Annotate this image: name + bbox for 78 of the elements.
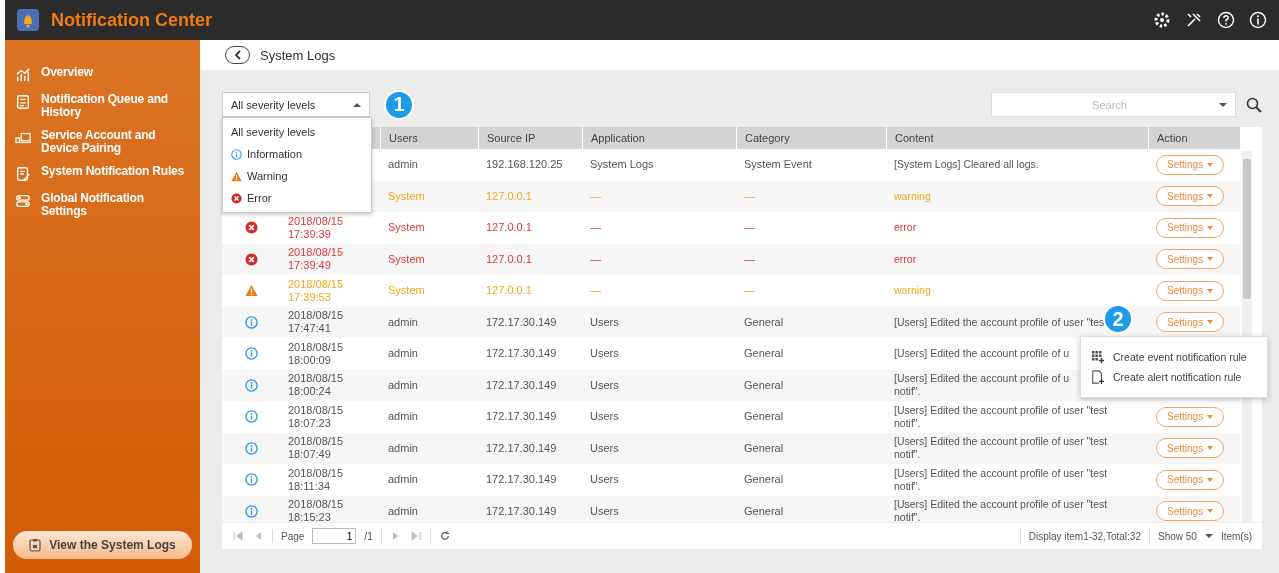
date-cell: 2018/08/15 18:11:34 [288,466,344,492]
date-cell: 2018/08/15 18:15:23 [288,498,344,522]
ip-cell: 172.17.30.149 [486,441,557,454]
content-cell: [Users] Edited the account profile of user "test notif". [894,435,1108,461]
date-cell: 2018/08/15 18:00:09 [288,340,344,366]
user-cell: System [388,221,425,234]
application-cell: — [590,221,601,234]
category-cell: General [744,473,784,486]
user-cell: admin [388,504,418,517]
application-cell: Users [590,315,619,328]
user-cell: admin [388,347,418,360]
content-cell: [System Logs] Cleared all logs. [894,158,1039,171]
application-cell: Users [590,441,619,454]
user-cell: admin [388,441,418,454]
category-cell: General [744,410,784,423]
category-cell: General [744,441,784,454]
category-cell: — [744,221,755,234]
ip-cell: 172.17.30.149 [486,473,557,486]
application-cell: Users [590,410,619,423]
item-summary: Display item1-32,Total:32 [1028,530,1141,542]
ip-cell: 172.17.30.149 [486,504,557,517]
category-cell: — [744,284,755,297]
user-cell: admin [388,315,418,328]
callout-badge: 1 [384,89,414,120]
ip-cell: 192.168.120.25 [486,158,563,171]
user-cell: admin [388,473,418,486]
user-cell: System [388,252,425,265]
ip-cell: 127.0.0.1 [486,252,532,265]
application-cell: — [590,252,601,265]
category-cell: System Event [744,158,812,171]
date-cell: 2018/08/15 18:07:23 [288,403,344,429]
content-cell: [Users] Edited the account profile of user "tes [894,315,1105,328]
user-cell: System [388,189,425,202]
content-cell: error [894,221,917,234]
content-cell: warning [894,189,931,202]
application-cell: Users [590,504,619,517]
category-cell: General [744,504,784,517]
ip-cell: 172.17.30.149 [486,347,557,360]
application-cell: Users [590,473,619,486]
category-cell: — [744,252,755,265]
ip-cell: 172.17.30.149 [486,378,557,391]
category-cell: General [744,378,784,391]
page-label: Page [281,530,305,542]
page-total: /1 [364,530,373,542]
content-cell: [Users] Edited the account profile of u notif". [894,372,1070,398]
category-cell: General [744,315,784,328]
ip-cell: 172.17.30.149 [486,410,557,423]
app-title: Notification Center [51,9,213,31]
application-cell: — [590,189,601,202]
category-cell: General [744,347,784,360]
application-cell: — [590,284,601,297]
date-cell: 2018/08/15 17:47:41 [288,309,344,335]
date-cell: 2018/08/15 17:39:49 [288,246,344,272]
content-cell: warning [894,284,931,297]
application-cell: Users [590,378,619,391]
date-cell: 2018/08/15 17:39:39 [288,214,344,240]
date-cell: 2018/08/15 18:00:24 [288,372,344,398]
callout-badge: 2 [1103,304,1133,334]
page-title: System Logs [260,47,336,63]
content-cell: [Users] Edited the account profile of user "test notif". [894,403,1108,429]
application-cell: Users [590,347,619,360]
user-cell: admin [388,410,418,423]
content-cell: [Users] Edited the account profile of user "test notif". [894,466,1108,492]
content-cell: error [894,252,917,265]
ip-cell: 172.17.30.149 [486,315,557,328]
ip-cell: 127.0.0.1 [486,189,532,202]
ip-cell: 127.0.0.1 [486,221,532,234]
ip-cell: 127.0.0.1 [486,284,532,297]
date-cell: 2018/08/15 18:07:49 [288,435,344,461]
date-cell: 2018/08/15 17:39:53 [288,277,344,303]
user-cell: admin [388,378,418,391]
items-label: Item(s) [1220,530,1252,542]
user-cell: admin [388,158,418,171]
user-cell: System [388,284,425,297]
category-cell: — [744,189,755,202]
content-cell: [Users] Edited the account profile of user "test notif". [894,498,1108,522]
content-cell: [Users] Edited the account profile of u [894,347,1070,360]
application-cell: System Logs [590,158,654,171]
